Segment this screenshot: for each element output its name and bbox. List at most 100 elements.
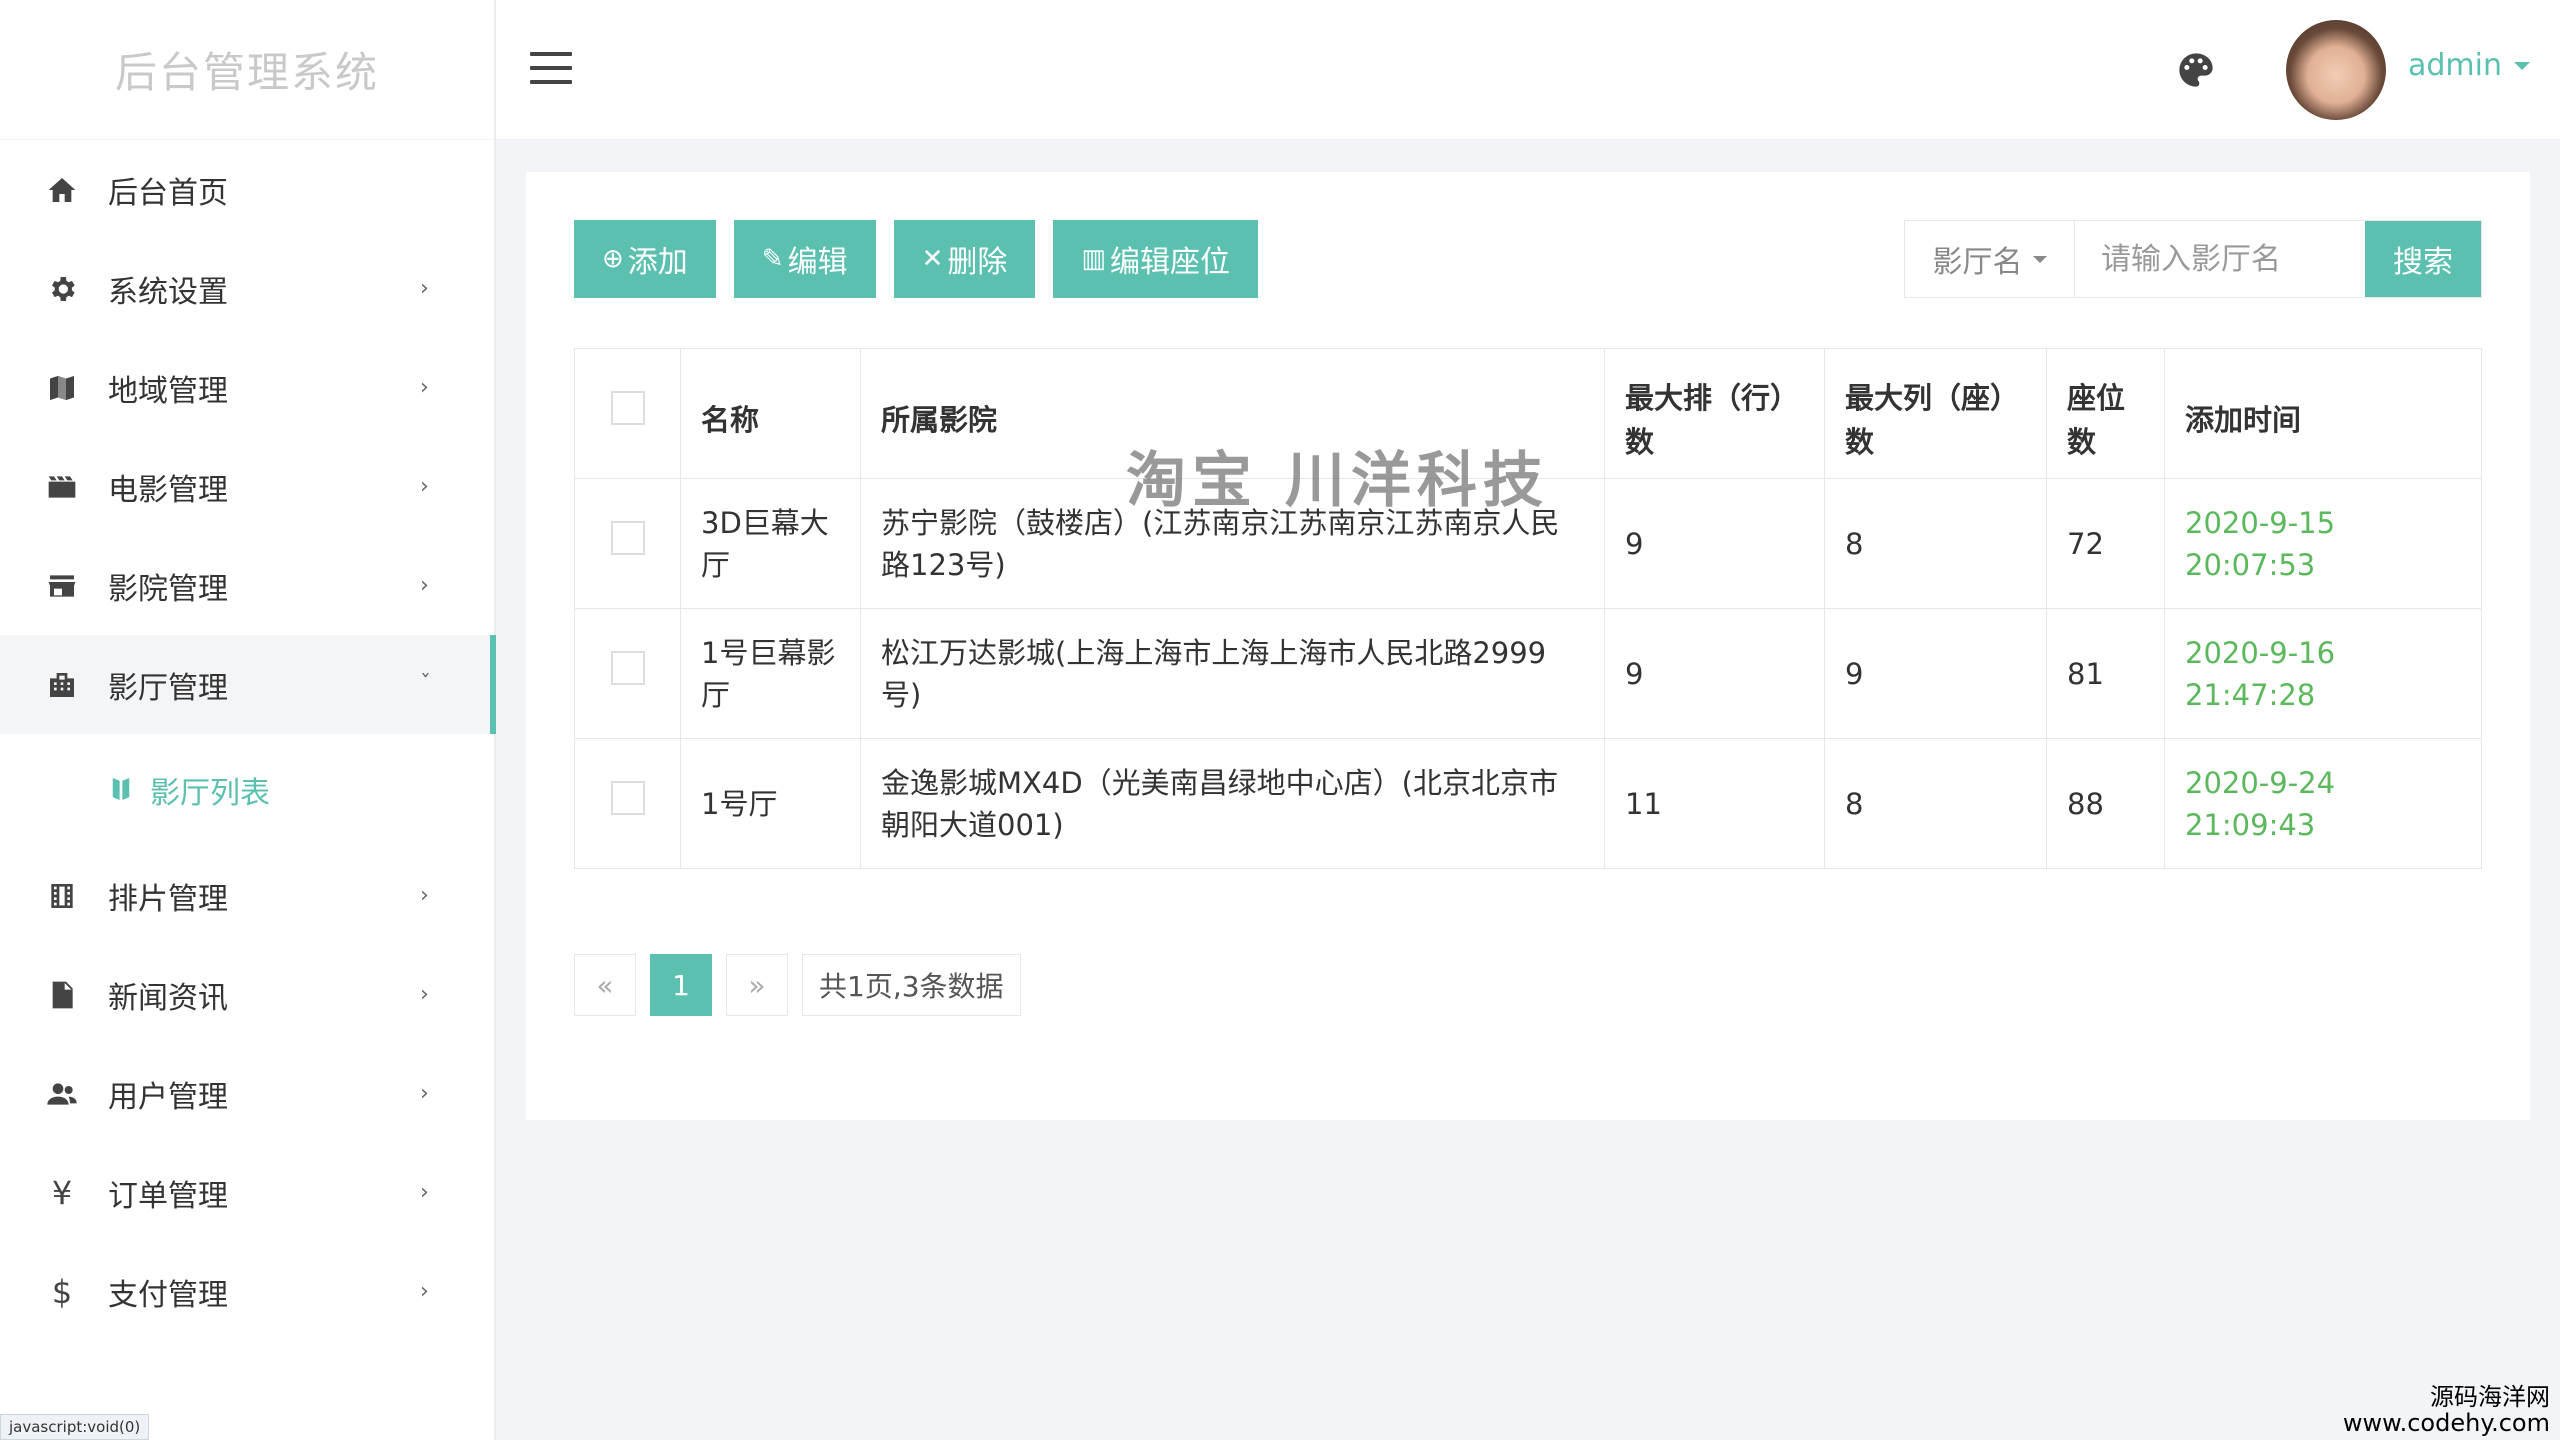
select-all-cell	[574, 348, 681, 479]
edit-button[interactable]: ✎ 编辑	[733, 220, 876, 298]
table-row[interactable]: 1号厅 金逸影城MX4D（光美南昌绿地中心店）(北京北京市朝阳大道001) 11…	[574, 738, 2482, 869]
cell-time: 2020-9-15 20:07:53	[2164, 478, 2482, 609]
avatar[interactable]	[2286, 20, 2386, 120]
cell-name: 1号巨幕影厅	[680, 608, 861, 739]
cell-time: 2020-9-16 21:47:28	[2164, 608, 2482, 739]
schedule-icon	[42, 876, 82, 916]
pagination: « 1 » 共1页,3条数据	[574, 954, 1021, 1016]
cell-rows: 9	[1604, 608, 1825, 739]
caret-down-icon	[2032, 255, 2047, 263]
cell-cols: 9	[1824, 608, 2047, 739]
dollar-icon: $	[51, 1272, 73, 1311]
col-header-cols[interactable]: 最大列（座）数	[1824, 348, 2047, 479]
chevron-right-icon: ›	[420, 276, 429, 301]
chevron-right-icon: ›	[420, 1180, 429, 1205]
toolbar: ⊕ 添加 ✎ 编辑 ✕ 删除 ▥ 编辑座位	[574, 220, 1258, 298]
edit-button-label: 编辑	[787, 245, 848, 280]
add-button[interactable]: ⊕ 添加	[574, 220, 716, 298]
close-icon: ✕	[921, 244, 944, 274]
row-checkbox[interactable]	[610, 651, 645, 685]
sidebar-item-home[interactable]: 后台首页	[0, 140, 494, 239]
search-input[interactable]	[2075, 221, 2365, 297]
search-field-select[interactable]: 影厅名	[1905, 221, 2075, 297]
user-menu[interactable]: admin	[2408, 48, 2530, 83]
cell-cinema: 松江万达影城(上海上海市上海上海市人民北路2999号)	[860, 608, 1605, 739]
col-header-name[interactable]: 名称	[680, 348, 861, 479]
hall-list-icon	[110, 775, 136, 805]
sidebar-item-payments[interactable]: $ 支付管理 ›	[0, 1242, 494, 1341]
cell-cols: 8	[1824, 738, 2047, 869]
sidebar-item-label: 影厅管理	[108, 670, 228, 706]
sidebar-item-halls[interactable]: 影厅管理 ˇ	[0, 635, 496, 734]
sidebar-item-news[interactable]: 新闻资讯 ›	[0, 945, 494, 1044]
sidebar-item-settings[interactable]: 系统设置 ›	[0, 239, 494, 338]
add-icon: ⊕	[602, 244, 624, 274]
sidebar-subitem-label: 影厅列表	[150, 776, 270, 811]
sidebar-item-movies[interactable]: 电影管理 ›	[0, 437, 494, 536]
row-select-cell	[574, 478, 681, 609]
watermark: 淘宝 川洋科技	[1126, 446, 1549, 516]
app-title: 后台管理系统	[0, 0, 494, 140]
next-page-button[interactable]: »	[726, 954, 788, 1016]
seats-icon: ▥	[1081, 244, 1106, 274]
search-button[interactable]: 搜索	[2365, 221, 2481, 297]
row-select-cell	[574, 738, 681, 869]
news-icon	[42, 975, 82, 1015]
sidebar-item-label: 影院管理	[108, 571, 228, 607]
search-field-label: 影厅名	[1932, 245, 2023, 280]
cell-cols: 8	[1824, 478, 2047, 609]
cell-cinema: 金逸影城MX4D（光美南昌绿地中心店）(北京北京市朝阳大道001)	[860, 738, 1605, 869]
pagination-info: 共1页,3条数据	[802, 954, 1021, 1016]
col-header-seats[interactable]: 座位数	[2046, 348, 2165, 479]
sidebar-item-region[interactable]: 地域管理 ›	[0, 338, 494, 437]
prev-page-button[interactable]: «	[574, 954, 636, 1016]
user-name: admin	[2408, 48, 2502, 83]
sidebar-subitem-hall-list[interactable]: 影厅列表	[0, 734, 494, 846]
page-1-button[interactable]: 1	[650, 954, 712, 1016]
site-watermark: 源码海洋网 www.codehy.com	[2343, 1384, 2550, 1436]
row-select-cell	[574, 608, 681, 739]
users-icon	[42, 1074, 82, 1114]
edit-seats-button[interactable]: ▥ 编辑座位	[1053, 220, 1258, 298]
add-button-label: 添加	[627, 245, 688, 280]
home-icon	[42, 170, 82, 210]
table-row[interactable]: 1号巨幕影厅 松江万达影城(上海上海市上海上海市人民北路2999号) 9 9 8…	[574, 608, 2482, 739]
map-icon	[42, 368, 82, 408]
sidebar-item-orders[interactable]: ¥ 订单管理 ›	[0, 1143, 494, 1242]
chevron-down-icon: ˇ	[420, 672, 431, 697]
cell-seats: 81	[2046, 608, 2165, 739]
sidebar-item-users[interactable]: 用户管理 ›	[0, 1044, 494, 1143]
search-bar: 影厅名 搜索	[1904, 220, 2482, 298]
cell-seats: 88	[2046, 738, 2165, 869]
cell-rows: 11	[1604, 738, 1825, 869]
sidebar-item-label: 支付管理	[108, 1277, 228, 1313]
col-header-time[interactable]: 添加时间	[2164, 348, 2482, 479]
sidebar-item-label: 订单管理	[108, 1178, 228, 1214]
sidebar-item-cinemas[interactable]: 影院管理 ›	[0, 536, 494, 635]
cell-name: 3D巨幕大厅	[680, 478, 861, 609]
row-checkbox[interactable]	[610, 781, 645, 815]
chevron-right-icon: ›	[420, 573, 429, 598]
hall-table: 名称 所属影院 最大排（行）数 最大列（座）数 座位数 添加时间 3D巨幕大厅 …	[574, 348, 2482, 869]
sidebar-item-label: 系统设置	[108, 274, 228, 310]
select-all-checkbox[interactable]	[610, 390, 645, 425]
chevron-right-icon: ›	[420, 982, 429, 1007]
col-header-rows[interactable]: 最大排（行）数	[1604, 348, 1825, 479]
palette-icon[interactable]	[2176, 50, 2216, 90]
yen-icon: ¥	[51, 1173, 73, 1212]
sidebar-menu: 后台首页 系统设置 › 地域管理 › 电影管理 › 影院管理 › 影厅管理 ˇ	[0, 140, 496, 1341]
sidebar-item-label: 新闻资讯	[108, 980, 228, 1016]
building-icon	[42, 665, 82, 705]
store-icon	[42, 566, 82, 606]
row-checkbox[interactable]	[610, 521, 645, 555]
sidebar: 后台管理系统 后台首页 系统设置 › 地域管理 › 电影管理 › 影院管理 ›	[0, 0, 496, 1440]
sidebar-item-label: 后台首页	[108, 175, 228, 211]
sidebar-item-label: 排片管理	[108, 881, 228, 917]
menu-toggle-icon[interactable]	[530, 52, 572, 86]
cell-rows: 9	[1604, 478, 1825, 609]
site-watermark-url: www.codehy.com	[2342, 1409, 2550, 1437]
caret-down-icon	[2514, 61, 2530, 70]
sidebar-item-schedule[interactable]: 排片管理 ›	[0, 846, 494, 945]
chevron-right-icon: ›	[420, 1279, 429, 1304]
delete-button[interactable]: ✕ 删除	[893, 220, 1036, 298]
